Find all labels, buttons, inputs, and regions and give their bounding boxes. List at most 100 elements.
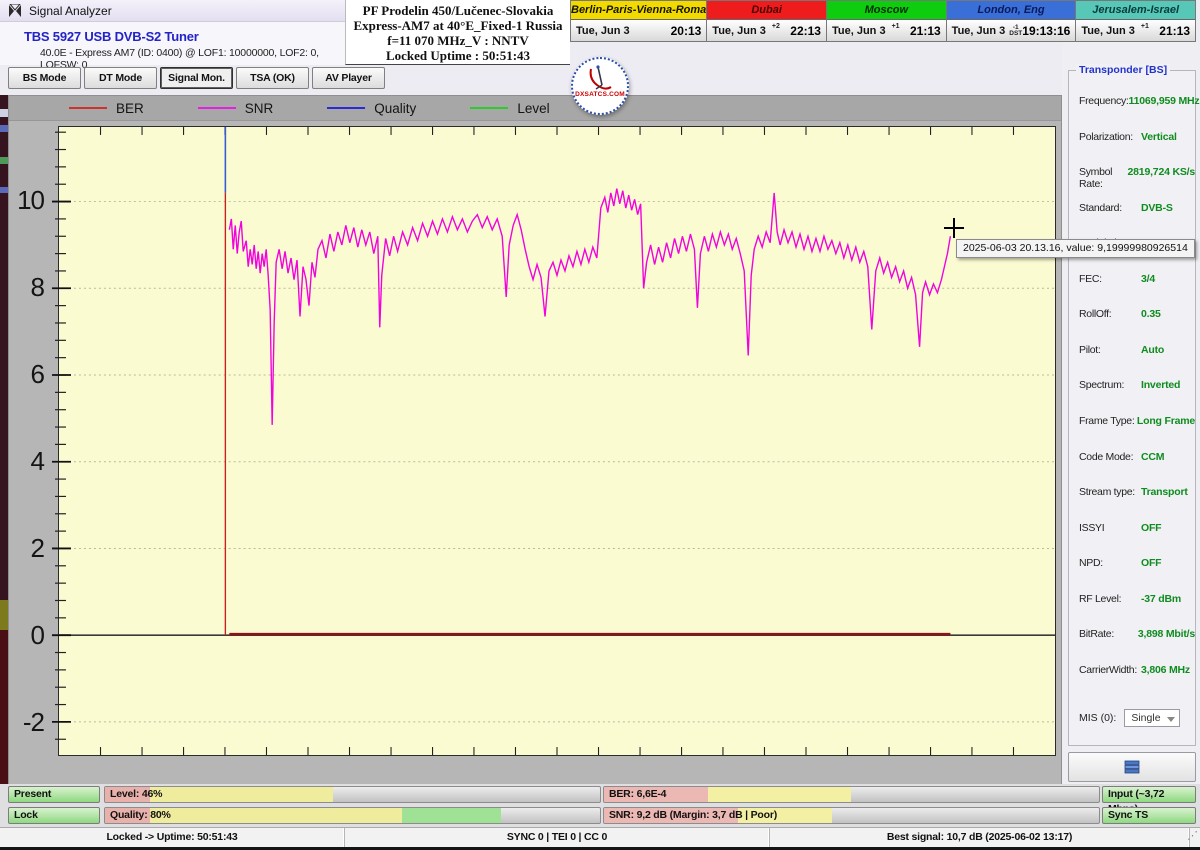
disk-stack-icon — [1124, 760, 1140, 774]
clock-dst-offset: -1DST — [1009, 25, 1022, 37]
transponder-row: Pilot:Auto — [1069, 344, 1195, 379]
transponder-row: Frequency:11069,959 MHz — [1069, 95, 1195, 130]
clock-time: 21:13 — [910, 24, 941, 38]
clock-utc-offset: +1 — [1141, 23, 1149, 30]
meter-segment — [150, 787, 333, 802]
transponder-row: RollOff:0.35 — [1069, 308, 1195, 343]
y-tick-label: 10 — [6, 184, 44, 216]
clock-body: Tue, Jun 3+222:13 — [707, 20, 826, 41]
transponder-row-label: RollOff: — [1079, 308, 1141, 320]
transponder-row: FEC:3/4 — [1069, 273, 1195, 308]
tab-dt-mode[interactable]: DT Mode — [84, 67, 157, 89]
recording-button[interactable] — [1068, 752, 1196, 782]
tab-bar: BS ModeDT ModeSignal Mon.TSA (OK)AV Play… — [8, 67, 385, 90]
clock-city-label: Moscow — [827, 1, 946, 20]
status-uptime: Locked -> Uptime: 50:51:43 — [0, 828, 345, 847]
clock-time: 19:13:16 — [1022, 24, 1070, 38]
clock-time: 21:13 — [1159, 24, 1190, 38]
present-badge: Present — [8, 786, 100, 803]
transponder-row-value: Transport — [1141, 486, 1188, 498]
transponder-row-label: Standard: — [1079, 202, 1141, 214]
clock-body: Tue, Jun 3 +1 21:13 — [1076, 20, 1195, 41]
transponder-row: Frame Type:Long Frame — [1069, 415, 1195, 450]
legend-label: SNR — [245, 101, 274, 116]
legend-label: Quality — [374, 101, 416, 116]
clock-city-label: Jerusalem-Israel — [1076, 1, 1195, 20]
transponder-row: Symbol Rate:2819,724 KS/s — [1069, 166, 1195, 201]
meter-segment — [150, 808, 402, 823]
transponder-row-label: CarrierWidth: — [1079, 664, 1141, 676]
transponder-row-value: Long Frame — [1137, 415, 1195, 427]
mis-select[interactable]: Single — [1124, 709, 1180, 727]
y-tick-label: 8 — [6, 271, 44, 303]
clock-utc-offset: +1 — [892, 23, 900, 30]
clock-date: Tue, Jun 3 — [712, 25, 766, 37]
transponder-row-label: Pilot: — [1079, 344, 1141, 356]
chart-value-tooltip: 2025-06-03 20.13.16, value: 9,1999998092… — [956, 239, 1195, 258]
tab-tsa-ok-[interactable]: TSA (OK) — [236, 67, 309, 89]
signal-chart-panel: BER SNR Quality Level — [8, 95, 1062, 785]
transponder-row-label: FEC: — [1079, 273, 1141, 285]
meter-segment — [708, 787, 852, 802]
header-line-4: Locked Uptime : 50:51:43 — [346, 48, 570, 63]
transponder-row: ISSYIOFF — [1069, 522, 1195, 557]
legend-item-ber: BER — [69, 101, 144, 116]
legend-label: Level — [517, 101, 549, 116]
legend-item-quality: Quality — [327, 101, 416, 116]
clock-body: Tue, Jun 320:13 — [571, 20, 706, 41]
clock-1: Berlin-Paris-Vienna-RomaTue, Jun 320:13 — [571, 1, 707, 41]
clock-date: Tue, Jun 3 — [952, 25, 1006, 37]
signal-analyzer-window: Signal Analyzer TBS 5927 USB DVB-S2 Tune… — [0, 0, 1200, 850]
mis-value: Single — [1131, 712, 1160, 724]
legend-swatch — [198, 107, 236, 109]
tab-signal-mon-[interactable]: Signal Mon. — [160, 67, 233, 89]
transponder-row-value: Vertical — [1141, 131, 1177, 143]
clock-4: London, EngTue, Jun 3-1DST19:13:16 — [947, 1, 1077, 41]
chart-canvas — [59, 127, 1055, 755]
clock-city-label: London, Eng — [947, 1, 1076, 20]
transponder-row-value: 0.35 — [1141, 308, 1161, 320]
background-window-sliver — [0, 95, 8, 785]
quality-meter-label: Quality: 80% — [110, 808, 171, 823]
clock-date: Tue, Jun 3 — [1081, 25, 1135, 37]
transponder-row: BitRate:3,898 Mbit/s — [1069, 628, 1195, 663]
status-sync-counters: SYNC 0 | TEI 0 | CC 0 — [345, 828, 770, 847]
quality-meter: Quality: 80% — [104, 807, 601, 824]
chevron-down-icon — [1167, 717, 1175, 722]
level-meter-label: Level: 46% — [110, 787, 162, 802]
chart-plot-area[interactable] — [58, 126, 1056, 756]
transponder-row-label: Spectrum: — [1079, 379, 1141, 391]
legend-label: BER — [116, 101, 144, 116]
legend-swatch — [470, 107, 508, 109]
clock-5: Jerusalem-Israel Tue, Jun 3 +1 21:13 — [1076, 1, 1195, 41]
title-bar[interactable]: Signal Analyzer — [0, 0, 345, 22]
tab-bs-mode[interactable]: BS Mode — [8, 67, 81, 89]
legend-item-snr: SNR — [198, 101, 274, 116]
y-tick-label: 0 — [6, 619, 44, 651]
input-badge: Input (~3,72 Mbps) — [1102, 786, 1196, 803]
clock-city-label: Berlin-Paris-Vienna-Roma — [571, 1, 706, 20]
transponder-row-value: 3,806 MHz — [1141, 664, 1190, 676]
mis-label: MIS (0): — [1079, 712, 1116, 724]
transponder-row-label: Frequency: — [1079, 95, 1129, 107]
resize-grip[interactable] — [1190, 828, 1200, 847]
transponder-row-label: Code Mode: — [1079, 451, 1141, 463]
transponder-row: Standard:DVB-S — [1069, 202, 1195, 237]
transponder-row-value: OFF — [1141, 522, 1161, 534]
transponder-row-label: Stream type: — [1079, 486, 1141, 498]
tab-av-player[interactable]: AV Player — [312, 67, 385, 89]
header-line-2: Express-AM7 at 40°E_Fixed-1 Russia — [346, 18, 570, 33]
dxsatcs-logo: DXSATCS.COM — [571, 57, 629, 115]
legend-swatch — [327, 107, 365, 109]
clock-body: Tue, Jun 3-1DST19:13:16 — [947, 20, 1076, 41]
transponder-row-label: Symbol Rate: — [1079, 166, 1128, 190]
sync-ts-badge: Sync TS — [1102, 807, 1196, 824]
tuner-panel: TBS 5927 USB DVB-S2 Tuner 40.0E - Expres… — [0, 22, 345, 65]
world-clocks: Berlin-Paris-Vienna-RomaTue, Jun 320:13D… — [570, 0, 1196, 42]
transponder-row-value: Inverted — [1141, 379, 1180, 391]
mis-row: MIS (0): Single — [1069, 709, 1195, 727]
transponder-row: CarrierWidth:3,806 MHz — [1069, 664, 1195, 699]
bottom-indicators: Present Lock Level: 46% Quality: 80% BER… — [0, 784, 1200, 827]
y-tick-label: 2 — [6, 532, 44, 564]
transponder-row-value: 3/4 — [1141, 273, 1155, 285]
